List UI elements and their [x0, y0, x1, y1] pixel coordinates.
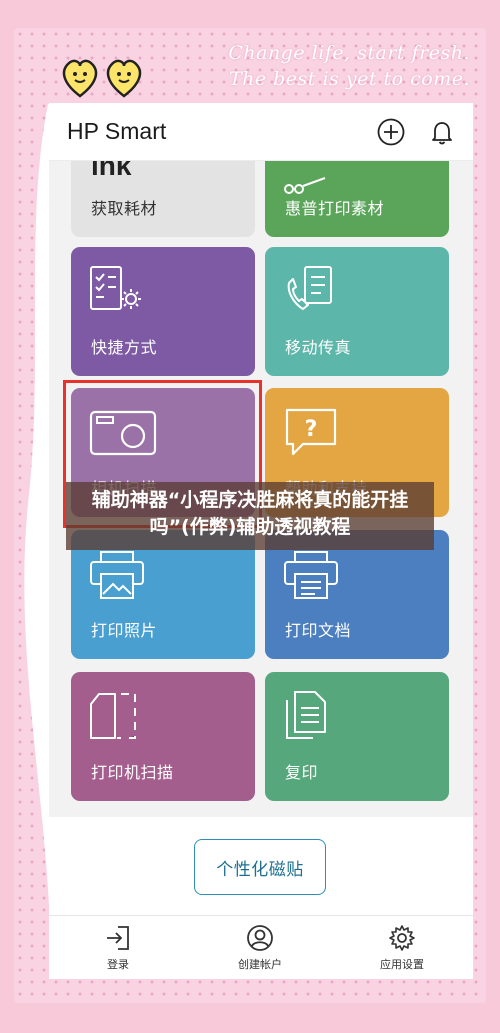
plus-circle-icon[interactable]: [376, 117, 406, 147]
shortcut-checklist-icon: [90, 266, 141, 310]
tile-printer-scan[interactable]: 打印机扫描: [71, 672, 255, 801]
tile-label: 打印机扫描: [91, 763, 174, 782]
printer-scan-icon: [90, 693, 136, 739]
svg-text:?: ?: [305, 417, 318, 442]
tile-label: 惠普打印素材: [285, 199, 385, 218]
tile-label: 打印文档: [285, 621, 352, 640]
settings-gear-icon: [389, 925, 415, 951]
mobile-fax-icon: [287, 266, 332, 310]
bottom-navigation: 登录 创建帐户 应用设置: [49, 915, 473, 979]
bell-icon[interactable]: [427, 117, 457, 147]
overlay-title: 辅助神器“小程序决胜麻将真的能开挂吗”(作弊)辅助透视教程: [91, 489, 409, 538]
camera-icon: [89, 410, 157, 456]
print-photo-icon: [90, 551, 144, 599]
tagline-line-1: Change life, start fresh.: [228, 42, 470, 64]
tile-label: 获取耗材: [91, 199, 158, 218]
help-question-icon: ?: [285, 408, 337, 456]
sign-in-icon: [107, 926, 129, 950]
nav-sign-in[interactable]: 登录: [73, 924, 163, 972]
app-title: HP Smart: [67, 118, 167, 144]
heart-sticker-icon: [62, 59, 142, 98]
tagline-line-2: The best is yet to come.: [228, 68, 470, 90]
decorative-wave: [24, 104, 54, 924]
nav-app-settings[interactable]: 应用设置: [357, 924, 447, 972]
account-icon: [247, 925, 273, 951]
copy-icon: [286, 691, 326, 739]
overlay-title-banner: 辅助神器“小程序决胜麻将真的能开挂吗”(作弊)辅助透视教程: [66, 482, 434, 550]
tile-label: 快捷方式: [91, 338, 158, 357]
nav-label: 创建帐户: [238, 958, 282, 971]
tile-label: 打印照片: [91, 621, 158, 640]
app-header: HP Smart: [49, 103, 473, 161]
tile-label: 移动传真: [285, 338, 352, 357]
customize-tiles-button[interactable]: 个性化磁贴: [194, 839, 326, 895]
tile-mobile-fax[interactable]: 移动传真: [265, 247, 449, 376]
nav-label: 登录: [107, 958, 129, 971]
tile-copy[interactable]: 复印: [265, 672, 449, 801]
tile-label: 复印: [285, 763, 319, 782]
nav-label: 应用设置: [380, 958, 424, 971]
decorative-tagline: Change life, start fresh. The best is ye…: [228, 40, 470, 92]
tile-shortcuts[interactable]: 快捷方式: [71, 247, 255, 376]
print-document-icon: [284, 551, 338, 599]
customize-section: 个性化磁贴: [49, 817, 473, 915]
nav-create-account[interactable]: 创建帐户: [215, 924, 305, 972]
